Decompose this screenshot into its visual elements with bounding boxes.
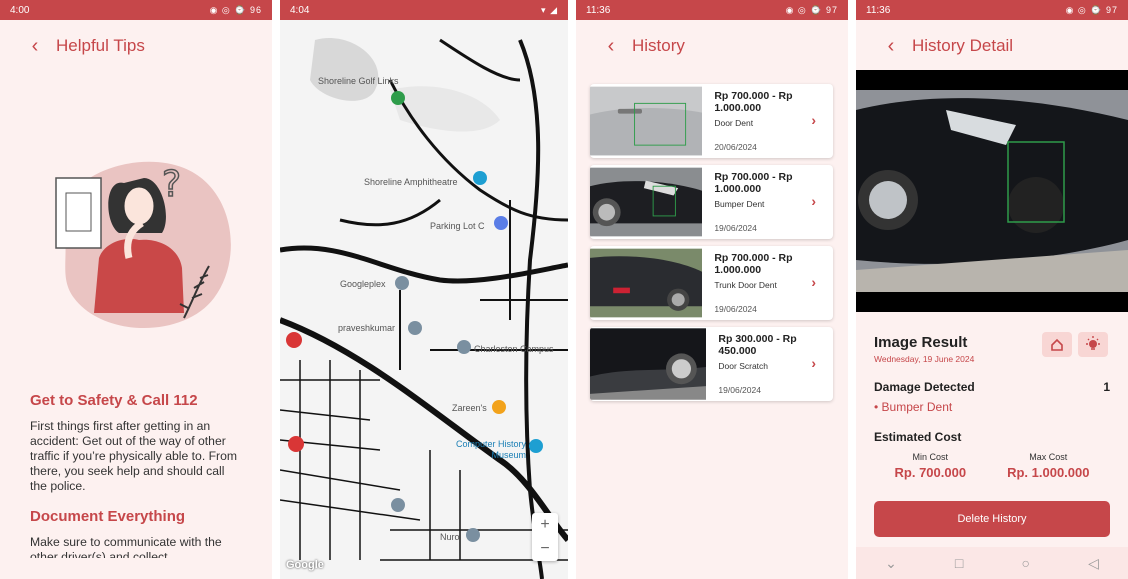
nav-collapse-icon[interactable]: ⌄: [885, 555, 897, 572]
helpful-tips-screen: 4:00 ◉ ◎ ⌚ 96 ‹ Helpful Tips ? Get to Sa…: [0, 0, 272, 579]
map-roads: [280, 20, 568, 579]
system-nav-bar: ⌄ □ ○ ◁: [856, 547, 1128, 579]
cost-row: Min Cost Rp. 700.000 Max Cost Rp. 1.000.…: [874, 452, 1110, 480]
status-icons: ◉ ◎ ⌚ 96: [209, 4, 262, 15]
status-time: 4:00: [10, 4, 30, 16]
damage-detected-row: Damage Detected 1: [874, 380, 1110, 394]
map-label: Computer History Museum: [455, 439, 526, 460]
svg-text:?: ?: [162, 164, 181, 205]
history-screen: 11:36 ◉ ◎ ⌚ 97 ‹ History Rp 700.000 - Rp…: [576, 0, 848, 579]
map-label: praveshkumar: [338, 323, 396, 333]
price-range: Rp 300.000 - Rp 450.000: [718, 333, 797, 357]
nav-back-icon[interactable]: ◁: [1088, 555, 1099, 572]
nav-recents-icon[interactable]: □: [955, 555, 963, 571]
tips-content: Get to Safety & Call 112 First things fi…: [30, 392, 240, 558]
min-cost: Min Cost Rp. 700.000: [895, 452, 967, 480]
price-range: Rp 700.000 - Rp 1.000.000: [714, 171, 793, 195]
map-label: Nuro: [440, 532, 460, 542]
app-bar: ‹ History: [576, 20, 848, 72]
app-bar: ‹ Helpful Tips: [0, 20, 272, 72]
tip-heading: Document Everything: [30, 508, 186, 525]
nav-home-icon[interactable]: ○: [1022, 555, 1030, 571]
status-time: 4:04: [290, 4, 310, 16]
status-time: 11:36: [866, 4, 891, 16]
chevron-right-icon: ›: [811, 112, 816, 128]
status-icons: ◉ ◎ ⌚ 97: [1065, 4, 1118, 15]
history-card[interactable]: Rp 700.000 - Rp 1.000.000 Door Dent 20/0…: [590, 84, 833, 158]
back-arrow-icon[interactable]: ‹: [600, 36, 622, 56]
damage-item: • Bumper Dent: [874, 400, 953, 414]
zoom-out-button[interactable]: −: [532, 537, 558, 561]
car-photo-thumbnail: [590, 86, 703, 156]
history-card[interactable]: Rp 700.000 - Rp 1.000.000 Bumper Dent 19…: [590, 165, 833, 239]
zoom-control: + −: [532, 513, 558, 561]
map-label: Parking Lot C: [430, 221, 485, 231]
status-bar: 4:04 ▾ ◢: [280, 0, 568, 20]
price-range: Rp 700.000 - Rp 1.000.000: [714, 90, 793, 114]
history-card[interactable]: Rp 700.000 - Rp 1.000.000 Trunk Door Den…: [590, 246, 833, 320]
result-date: Wednesday, 19 June 2024: [874, 354, 975, 364]
status-icons: ▾ ◢: [541, 4, 558, 15]
image-result-title: Image Result: [874, 334, 968, 351]
status-bar: 11:36 ◉ ◎ ⌚ 97: [856, 0, 1128, 20]
page-title: History Detail: [912, 36, 1014, 55]
thinking-woman-illustration: ?: [55, 161, 231, 328]
price-range: Rp 700.000 - Rp 1.000.000: [714, 252, 793, 276]
map-label: Zareen's: [452, 403, 487, 413]
map-view[interactable]: Shoreline Golf Links Shoreline Amphithea…: [280, 20, 568, 579]
max-cost-value: Rp. 1.000.000: [1007, 465, 1090, 480]
page-title: Helpful Tips: [56, 36, 145, 55]
status-time: 11:36: [586, 4, 611, 16]
back-arrow-icon[interactable]: ‹: [24, 36, 46, 56]
app-bar: ‹ History Detail: [856, 20, 1128, 72]
status-bar: 4:00 ◉ ◎ ⌚ 96: [0, 0, 272, 20]
history-card[interactable]: Rp 300.000 - Rp 450.000 Door Scratch 19/…: [590, 327, 833, 401]
delete-history-button[interactable]: Delete History: [874, 501, 1110, 537]
car-photo-thumbnail: [590, 248, 703, 318]
history-detail-screen: 11:36 ◉ ◎ ⌚ 97 ‹ History Detail Image Re…: [856, 0, 1128, 579]
min-cost-value: Rp. 700.000: [894, 465, 967, 480]
tip-heading: Get to Safety & Call 112: [30, 392, 198, 409]
max-cost: Max Cost Rp. 1.000.000: [1007, 452, 1089, 480]
back-arrow-icon[interactable]: ‹: [880, 36, 902, 56]
damage-count: 1: [1103, 380, 1110, 394]
status-icons: ◉ ◎ ⌚ 97: [785, 4, 838, 15]
history-date: 19/06/2024: [714, 223, 757, 233]
status-bar: 11:36 ◉ ◎ ⌚ 97: [576, 0, 848, 20]
estimated-cost-label: Estimated Cost: [874, 430, 962, 444]
car-photo-thumbnail: [590, 167, 703, 237]
home-icon: [1051, 338, 1063, 351]
zoom-in-button[interactable]: +: [532, 513, 558, 537]
chevron-right-icon: ›: [811, 274, 816, 290]
tip-body: Make sure to communicate with the other …: [30, 535, 222, 558]
chevron-right-icon: ›: [811, 355, 816, 371]
map-label: Charleston Campus: [474, 344, 554, 354]
lightbulb-icon: [1086, 336, 1100, 350]
damage-result-image: [856, 70, 1128, 312]
map-screen: 4:04 ▾ ◢ Shoreline Golf Links Shoreline …: [280, 0, 568, 579]
car-photo-thumbnail: [590, 328, 707, 400]
map-label: Shoreline Golf Links: [318, 76, 399, 86]
tip-body: First things first after getting in an a…: [30, 419, 238, 493]
history-date: 20/06/2024: [714, 142, 757, 152]
damage-detected-label: Damage Detected: [874, 380, 975, 394]
home-button[interactable]: [1042, 332, 1072, 357]
google-attribution: Google: [286, 559, 324, 571]
max-cost-label: Max Cost: [1029, 452, 1068, 462]
history-date: 19/06/2024: [718, 385, 761, 395]
tips-button[interactable]: [1078, 332, 1108, 357]
history-list: Rp 700.000 - Rp 1.000.000 Door Dent 20/0…: [590, 84, 833, 408]
map-label: Shoreline Amphitheatre: [364, 177, 458, 187]
history-date: 19/06/2024: [714, 304, 757, 314]
map-label: Googleplex: [340, 279, 386, 289]
chevron-right-icon: ›: [811, 193, 816, 209]
page-title: History: [632, 36, 685, 55]
min-cost-label: Min Cost: [912, 452, 949, 462]
